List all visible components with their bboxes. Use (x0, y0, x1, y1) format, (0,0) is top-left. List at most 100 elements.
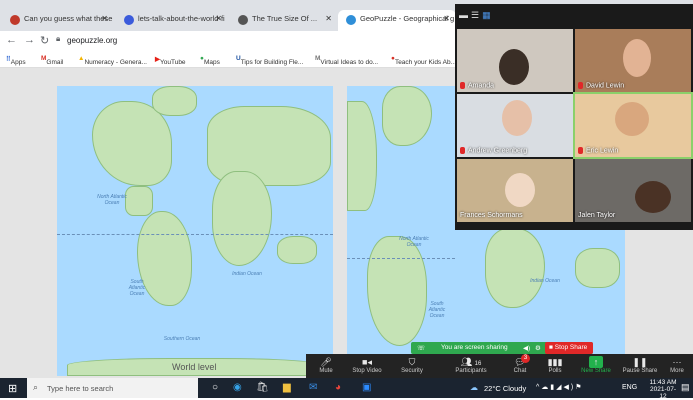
chrome-icon[interactable]: ◕ (335, 382, 341, 393)
edge-icon[interactable]: ◉ (233, 382, 242, 393)
bookmark-numeracy[interactable]: ▲ Numeracy - Genera... (78, 55, 147, 66)
video-icon: ■◂ (362, 357, 372, 367)
more-button[interactable]: ··· More (664, 354, 690, 378)
back-arrow-icon[interactable]: ← (6, 34, 17, 46)
security-button[interactable]: ⛉ Security (394, 354, 430, 378)
lock-icon: 🔒︎ (56, 34, 61, 43)
participant-name: Frances Schormans (460, 212, 523, 219)
bookmark-gmail[interactable]: M Gmail (41, 55, 63, 66)
central-america-landmass[interactable] (125, 186, 153, 216)
layout-icon[interactable]: ☰ (471, 10, 482, 20)
ocean-label: North Atlantic Ocean (399, 236, 429, 248)
tab-label: GeoPuzzle - Geographical g (360, 14, 455, 23)
more-icon: ··· (672, 357, 682, 367)
tab-true-size[interactable]: The True Size Of ... ✕ (230, 10, 338, 31)
greenland-landmass[interactable] (382, 86, 432, 146)
store-icon[interactable]: 🛍︎ (256, 382, 269, 393)
mail-icon[interactable]: ✉ (309, 382, 317, 393)
minimize-icon[interactable]: ▬ (459, 10, 471, 20)
chat-button[interactable]: 💬︎ Chat 3 (506, 354, 534, 378)
window-controls[interactable]: ▬☰▦ (459, 10, 494, 21)
phone-icon: ☏ (417, 345, 426, 352)
africa-landmass[interactable] (212, 171, 272, 266)
pause-share-button[interactable]: ❚❚ Pause Share (620, 354, 660, 378)
share-icon: ↑ (589, 356, 603, 368)
tab-label: The True Size Of ... (252, 14, 318, 23)
tab-guess[interactable]: Can you guess what these fl ✕ (2, 10, 114, 31)
bookmark-virtual-ideas[interactable]: M Virtual Ideas to do... (315, 55, 378, 66)
bookmark-apps[interactable]: ⠿ Apps (6, 55, 26, 66)
bookmark-tips[interactable]: U Tips for Building Fle... (236, 55, 303, 66)
polls-button[interactable]: ▮▮▮ Polls (542, 354, 568, 378)
world-map-left[interactable]: North Atlantic Ocean South Atlantic Ocea… (57, 86, 333, 376)
tab-favicon-icon (346, 15, 356, 25)
video-tile[interactable]: Frances Schormans (457, 159, 573, 222)
muted-mic-icon (578, 81, 583, 89)
video-tile[interactable]: Jalen Taylor (575, 159, 691, 222)
map-footer-label: World level (172, 362, 217, 372)
stop-share-button[interactable]: ■ Stop Share (545, 342, 593, 354)
taskbar-search-box[interactable]: ⌕ Type here to search (27, 378, 198, 398)
north-america-landmass[interactable] (347, 101, 377, 211)
close-icon[interactable]: ✕ (325, 14, 332, 23)
clock[interactable]: 11:43 AM 2021-07-12 (648, 379, 678, 400)
close-icon[interactable]: ✕ (101, 14, 108, 23)
tab-favicon-icon (124, 15, 134, 25)
task-view-icon[interactable]: ○ (212, 382, 218, 393)
participant-name: Amanda (460, 81, 494, 89)
mute-button[interactable]: 🎤︎ Mute (310, 354, 342, 378)
zoom-control-bar: 🎤︎ Mute ■◂ Stop Video ⛉ Security 👥︎ 16 Parti… (306, 354, 693, 378)
weather-icon: ☁ (470, 383, 478, 392)
stop-video-button[interactable]: ■◂ Stop Video (346, 354, 388, 378)
australia-landmass[interactable] (575, 248, 620, 288)
south-america-landmass[interactable] (367, 236, 427, 346)
windows-start-icon[interactable]: ⊞ (8, 382, 17, 395)
greenland-landmass[interactable] (152, 86, 197, 116)
sharing-status-text: You are screen sharing (441, 344, 508, 351)
bookmark-youtube[interactable]: ▶ YouTube (155, 55, 186, 66)
file-explorer-icon[interactable]: ▆ (283, 382, 291, 393)
muted-mic-icon (460, 146, 465, 154)
tab-geopuzzle[interactable]: GeoPuzzle - Geographical g ✕ (338, 10, 456, 31)
search-icon: ⌕ (33, 382, 39, 392)
settings-icon[interactable]: ⚙ (535, 344, 541, 352)
bookmark-teach-kids[interactable]: ● Teach your Kids Ab... (391, 55, 456, 66)
language-indicator[interactable]: ENG (622, 384, 637, 391)
equator-line (57, 234, 333, 235)
shield-icon: ⛉ (408, 357, 416, 367)
close-icon[interactable]: ✕ (215, 14, 222, 23)
audio-icon[interactable]: ◀) (523, 344, 530, 352)
equator-line (347, 258, 455, 259)
zoom-icon[interactable]: ▣ (362, 382, 371, 393)
windows-taskbar: ⊞ ⌕ Type here to search ○ ◉ 🛍︎ ▆ ✉ ◕ ▣ ☁… (0, 378, 693, 400)
participant-video (499, 49, 529, 85)
mic-icon: 🎤︎ (320, 357, 332, 367)
grid-view-icon[interactable]: ▦ (482, 10, 494, 20)
polls-icon: ▮▮▮ (547, 357, 563, 367)
participant-video (505, 173, 535, 207)
participant-name: Jalen Taylor (578, 212, 616, 219)
participant-video (623, 39, 651, 77)
video-tile[interactable]: Amanda (457, 29, 573, 92)
zoom-gallery-window[interactable]: ▬☰▦ Amanda David Lewin Andrew Greenberg … (455, 4, 693, 230)
forward-arrow-icon[interactable]: → (24, 34, 35, 46)
participant-video (615, 102, 649, 136)
url-field[interactable]: geopuzzle.org (67, 36, 117, 45)
participants-button[interactable]: 👥︎ 16 Participants (446, 354, 496, 378)
close-icon[interactable]: ✕ (443, 14, 450, 23)
africa-landmass[interactable] (485, 228, 545, 308)
reload-icon[interactable]: ↻ (40, 34, 49, 47)
video-tile[interactable]: Andrew Greenberg (457, 94, 573, 157)
system-tray-icons[interactable]: ^☁▮◢◀)⚑ (536, 383, 584, 391)
world-map-right[interactable]: North Atlantic Ocean South Atlantic Ocea… (347, 86, 455, 376)
new-share-button[interactable]: ↑ New Share (576, 354, 616, 378)
notification-icon[interactable]: ▤ (681, 382, 690, 393)
ocean-label: South Atlantic Ocean (428, 301, 446, 319)
weather-text[interactable]: 22°C Cloudy (484, 384, 526, 393)
video-tile-active-speaker[interactable]: Eric Lewin (573, 92, 693, 159)
australia-landmass[interactable] (277, 236, 317, 264)
tab-talk-about[interactable]: lets-talk-about-the-world-fi ✕ (116, 10, 228, 31)
bookmark-maps[interactable]: ● Maps (200, 55, 220, 66)
video-tile[interactable]: David Lewin (575, 29, 691, 92)
stop-square-icon: ■ (549, 344, 553, 351)
